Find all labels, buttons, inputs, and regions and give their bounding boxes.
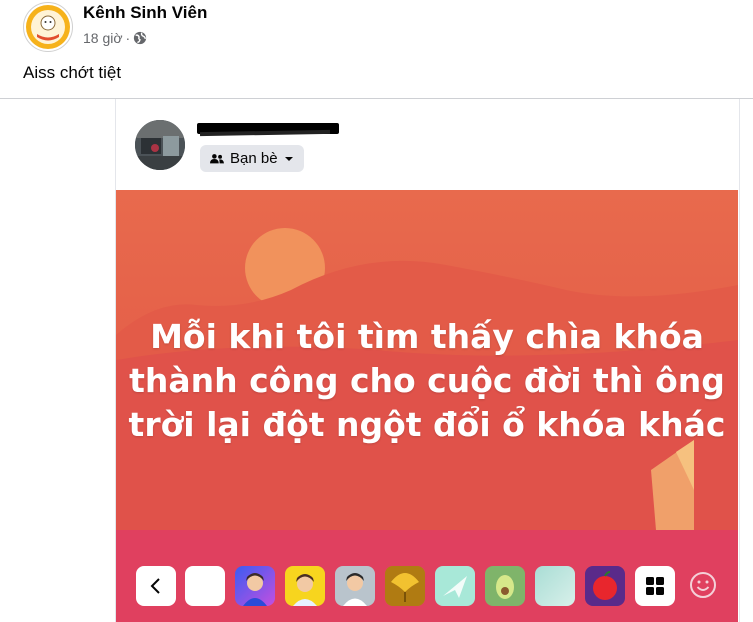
avatar-icon — [343, 573, 367, 606]
background-option-ginkgo[interactable] — [385, 566, 425, 606]
post-card: Kênh Sinh Viên 18 giờ · Aiss chớt tiệt B… — [0, 0, 753, 622]
avatar-icon — [293, 574, 317, 606]
page-avatar[interactable] — [23, 2, 73, 52]
friends-icon — [210, 153, 224, 163]
audience-selector[interactable]: Bạn bè — [200, 145, 304, 172]
meta-separator: · — [125, 30, 131, 46]
ginkgo-leaf-icon — [385, 566, 425, 606]
background-option-more[interactable] — [635, 566, 675, 606]
globe-icon[interactable] — [133, 31, 147, 45]
avatar-icon — [243, 573, 267, 606]
banner-text: Mỗi khi tôi tìm thấy chìa khóa thành côn… — [116, 315, 738, 447]
text-background-banner: Mỗi khi tôi tìm thấy chìa khóa thành côn… — [116, 190, 738, 622]
back-arrow-tile[interactable] — [136, 566, 176, 606]
background-option-paper-plane[interactable] — [435, 566, 475, 606]
background-option-white[interactable] — [185, 566, 225, 606]
avocado-icon — [496, 575, 514, 599]
paper-plane-icon — [443, 576, 467, 598]
profile-photo-icon — [135, 120, 185, 170]
grid-icon — [646, 577, 664, 595]
caret-down-icon — [284, 156, 293, 161]
audience-label: Bạn bè — [230, 150, 278, 167]
banner-line-3: trời lại đột ngột đổi ổ khóa khác — [128, 405, 726, 444]
background-option-apple[interactable] — [585, 566, 625, 606]
background-option-avatar-gray[interactable] — [335, 566, 375, 606]
post-meta: 18 giờ · — [83, 30, 147, 46]
smile-icon[interactable] — [688, 570, 718, 600]
banner-line-1: Mỗi khi tôi tìm thấy chìa khóa — [150, 317, 704, 356]
page-name[interactable]: Kênh Sinh Viên — [83, 3, 207, 23]
background-option-avocado[interactable] — [485, 566, 525, 606]
post-time[interactable]: 18 giờ — [83, 30, 123, 46]
background-option-mint[interactable] — [535, 566, 575, 606]
apple-icon — [593, 571, 617, 600]
background-option-avatar-yellow[interactable] — [285, 566, 325, 606]
page-logo-icon — [26, 5, 70, 49]
background-option-avatar-blue[interactable] — [235, 566, 275, 606]
friend-avatar[interactable] — [135, 120, 185, 170]
banner-line-2: thành công cho cuộc đời thì ông — [129, 361, 725, 400]
chevron-left-icon — [150, 578, 160, 594]
post-text: Aiss chớt tiệt — [23, 63, 122, 82]
